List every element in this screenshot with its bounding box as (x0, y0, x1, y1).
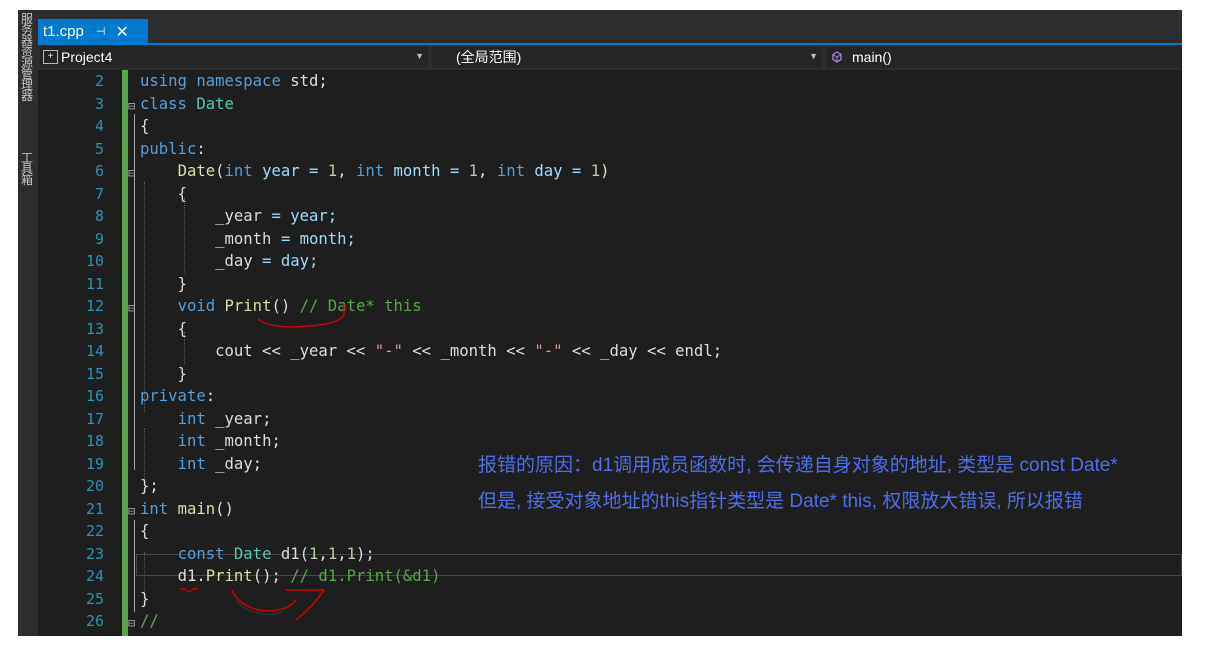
code-line-20: }; (140, 477, 159, 495)
navigation-bar: + Project4 ▼ (全局范围) ▼ main() (38, 45, 1182, 70)
annotation-text-line1: 报错的原因：d1调用成员函数时, 会传递自身对象的地址, 类型是 const D… (478, 455, 1118, 476)
annotation-text-line2: 但是, 接受对象地址的this指针类型是 Date* this, 权限放大错误,… (478, 491, 1083, 512)
code-line-2: using namespace std; (140, 72, 328, 90)
code-line-22: { (140, 522, 150, 540)
editor-window: t1.cpp ⊣ ✕ + Project4 ▼ (全局范围) ▼ main() … (38, 10, 1182, 636)
code-line-25: } (140, 589, 150, 608)
fold-toggle-icon[interactable]: ⊟ (128, 616, 135, 630)
tab-title: t1.cpp (43, 22, 84, 40)
side-tool-strip: 服务器资源管理器 工具箱 (18, 10, 38, 636)
code-line-14: cout << _year << "-" << _month << "-" <<… (215, 342, 723, 360)
code-line-23: const Date d1(1,1,1); (177, 544, 375, 563)
code-line-11: } (177, 274, 187, 293)
project-dropdown[interactable]: + Project4 ▼ (40, 46, 428, 68)
server-explorer-tab[interactable]: 服务器资源管理器 (21, 13, 35, 102)
member-dropdown[interactable]: main() (826, 46, 1182, 68)
code-line-5: public: (140, 139, 206, 158)
fold-toggle-icon[interactable]: ⊟ (128, 301, 135, 315)
fold-toggle-icon[interactable]: ⊟ (128, 504, 135, 518)
method-icon (832, 51, 842, 63)
code-line-7: { (177, 184, 187, 203)
scope-dropdown-label: (全局范围) (456, 49, 522, 65)
code-line-10: _day = day; (215, 252, 319, 270)
code-line-6: Date(int year = 1, int month = 1, int da… (177, 162, 610, 180)
scope-dropdown[interactable]: (全局范围) ▼ (432, 46, 822, 68)
code-line-16: private: (140, 387, 216, 405)
code-line-19: int _day; (177, 454, 263, 473)
code-line-15: } (177, 364, 187, 383)
chevron-down-icon: ▼ (415, 51, 424, 61)
fold-toggle-icon[interactable]: ⊟ (128, 99, 135, 113)
code-line-8: _year = year; (215, 207, 338, 225)
chevron-down-icon: ▼ (809, 51, 818, 61)
project-icon: + (43, 50, 58, 64)
code-line-9: _month = month; (215, 229, 356, 248)
member-dropdown-label: main() (852, 49, 892, 65)
code-line-13: { (177, 319, 187, 338)
code-line-4: { (140, 117, 150, 135)
fold-guide (134, 520, 135, 612)
document-tab-strip: t1.cpp ⊣ ✕ (38, 10, 1182, 43)
toolbox-tab[interactable]: 工具箱 (21, 152, 35, 186)
code-line-21: int main() (140, 499, 234, 518)
code-line-18: int _month; (177, 432, 281, 450)
code-line-24: d1.Print(); // d1.Print(&d1) (177, 567, 441, 585)
code-editor[interactable]: ⊟ ⊟ ⊟ ⊟ ⊟ using namespace std; class Dat… (38, 70, 1182, 636)
close-icon[interactable]: ✕ (115, 22, 128, 41)
pin-icon[interactable]: ⊣ (96, 25, 106, 38)
code-line-12: void Print() // Date* this (177, 297, 422, 315)
project-dropdown-label: Project4 (61, 49, 113, 65)
code-line-26: // (140, 612, 159, 630)
document-tab[interactable]: t1.cpp ⊣ ✕ (38, 19, 148, 43)
fold-toggle-icon[interactable]: ⊟ (128, 166, 135, 180)
code-line-17: int _year; (177, 409, 272, 428)
code-line-3: class Date (140, 94, 234, 113)
